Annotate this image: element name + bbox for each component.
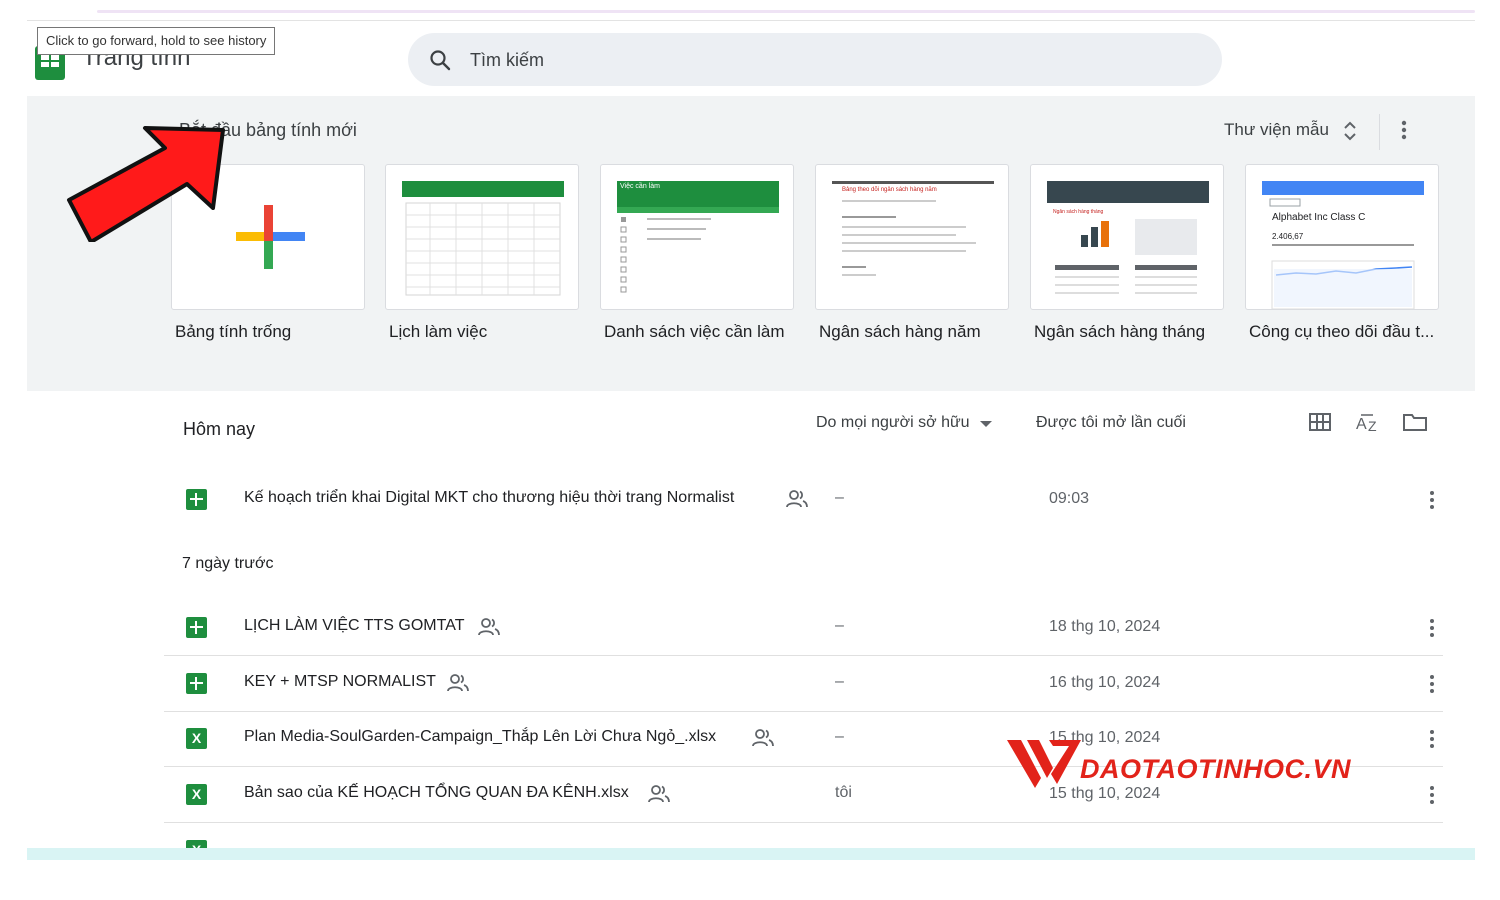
file-name[interactable]: KEY + MTSP NORMALIST (244, 673, 436, 691)
file-owner: – (835, 728, 844, 745)
more-vert-icon[interactable] (1428, 785, 1436, 805)
owner-filter-dropdown[interactable]: Do mọi người sở hữu (816, 414, 970, 432)
file-owner: – (835, 489, 844, 506)
dropdown-caret-icon[interactable] (980, 421, 992, 427)
search-bar[interactable] (408, 33, 1222, 86)
folder-icon[interactable] (1402, 411, 1428, 433)
more-vert-icon[interactable] (1395, 118, 1413, 142)
taskbar-strip (27, 848, 1475, 860)
file-owner: – (835, 673, 844, 690)
monthly-thumb-title: Ngân sách hàng tháng (1053, 209, 1104, 215)
sort-last-opened[interactable]: Được tôi mở lần cuối (1036, 414, 1186, 432)
file-date: 09:03 (1049, 490, 1090, 507)
template-todo[interactable]: Việc cần làm (600, 164, 794, 310)
file-date: 16 thg 10, 2024 (1049, 674, 1161, 691)
sheets-file-icon (186, 617, 207, 638)
sort-az-icon[interactable]: A Z (1355, 411, 1381, 435)
more-vert-icon[interactable] (1428, 729, 1436, 749)
svg-text:A: A (1356, 416, 1367, 433)
template-label-blank[interactable]: Bảng tính trống (175, 322, 375, 342)
template-stock-tracker[interactable]: Alphabet Inc Class C 2.406,67 (1245, 164, 1439, 310)
sheets-file-icon (186, 673, 207, 694)
file-date: 18 thg 10, 2024 (1049, 618, 1161, 635)
excel-file-icon: X (186, 784, 207, 805)
file-name[interactable]: Plan Media-SoulGarden-Campaign_Thắp Lên … (244, 728, 716, 746)
template-label-todo[interactable]: Danh sách việc cần làm (604, 322, 804, 342)
file-owner: – (835, 617, 844, 634)
template-gallery: Bắt đầu bảng tính mới Thư viện mẫu Việc … (27, 96, 1475, 391)
file-list: Hôm nay Do mọi người sở hữu Được tôi mở … (27, 391, 1475, 860)
unfold-icon[interactable] (1342, 120, 1358, 142)
more-vert-icon[interactable] (1428, 490, 1436, 510)
search-input[interactable] (470, 45, 1070, 75)
excel-file-icon: X (186, 728, 207, 749)
file-row[interactable]: KEY + MTSP NORMALIST – 16 thg 10, 2024 (164, 656, 1443, 712)
browser-divider (27, 20, 1475, 21)
shared-people-icon (752, 729, 774, 747)
svg-text:Z: Z (1368, 418, 1377, 434)
file-name[interactable]: Bản sao của KẾ HOẠCH TỔNG QUAN ĐA KÊNH.x… (244, 784, 629, 802)
file-name[interactable]: LỊCH LÀM VIỆC TTS GOMTAT (244, 617, 464, 635)
forward-tooltip: Click to go forward, hold to see history (37, 27, 276, 55)
file-row[interactable]: LỊCH LÀM VIỆC TTS GOMTAT – 18 thg 10, 20… (164, 600, 1443, 656)
stock-thumb-price: 2.406,67 (1272, 232, 1304, 241)
schedule-thumbnail (402, 181, 564, 296)
template-gallery-button[interactable]: Thư viện mẫu (1224, 120, 1329, 140)
watermark-text: DAOTAOTINHOC.VN (1080, 754, 1351, 784)
monthly-thumbnail (1047, 181, 1209, 294)
template-label-schedule[interactable]: Lịch làm việc (389, 322, 589, 342)
shared-people-icon (648, 785, 670, 803)
search-icon[interactable] (428, 48, 452, 72)
template-label-annual[interactable]: Ngân sách hàng năm (819, 322, 1019, 342)
shared-people-icon (478, 618, 500, 636)
section-7-days: 7 ngày trước (182, 555, 274, 572)
divider (1379, 114, 1380, 150)
shared-people-icon (447, 674, 469, 692)
browser-top-strip (97, 10, 1475, 13)
watermark-logo-icon (1007, 740, 1081, 788)
stock-thumb-name: Alphabet Inc Class C (1272, 212, 1366, 223)
template-label-stock[interactable]: Công cụ theo dõi đầu t... (1249, 322, 1439, 342)
file-name[interactable]: Kế hoạch triển khai Digital MKT cho thươ… (244, 489, 734, 507)
section-today: Hôm nay (183, 419, 256, 439)
red-arrow-annotation-icon (67, 126, 225, 242)
file-owner: tôi (835, 784, 852, 801)
file-row[interactable]: Kế hoạch triển khai Digital MKT cho thươ… (164, 472, 1443, 528)
todo-thumbnail (617, 181, 779, 293)
template-schedule[interactable] (385, 164, 579, 310)
grid-view-icon[interactable] (1308, 411, 1332, 433)
more-vert-icon[interactable] (1428, 674, 1436, 694)
google-sheets-home: Click to go forward, hold to see history… (27, 0, 1475, 860)
template-annual-budget[interactable]: Bảng theo dõi ngân sách hàng năm (815, 164, 1009, 310)
template-monthly-budget[interactable]: Ngân sách hàng tháng (1030, 164, 1224, 310)
more-vert-icon[interactable] (1428, 618, 1436, 638)
template-label-monthly[interactable]: Ngân sách hàng tháng (1034, 322, 1234, 342)
sheets-file-icon (186, 489, 207, 510)
annual-thumbnail (832, 181, 994, 276)
shared-people-icon (786, 490, 808, 508)
